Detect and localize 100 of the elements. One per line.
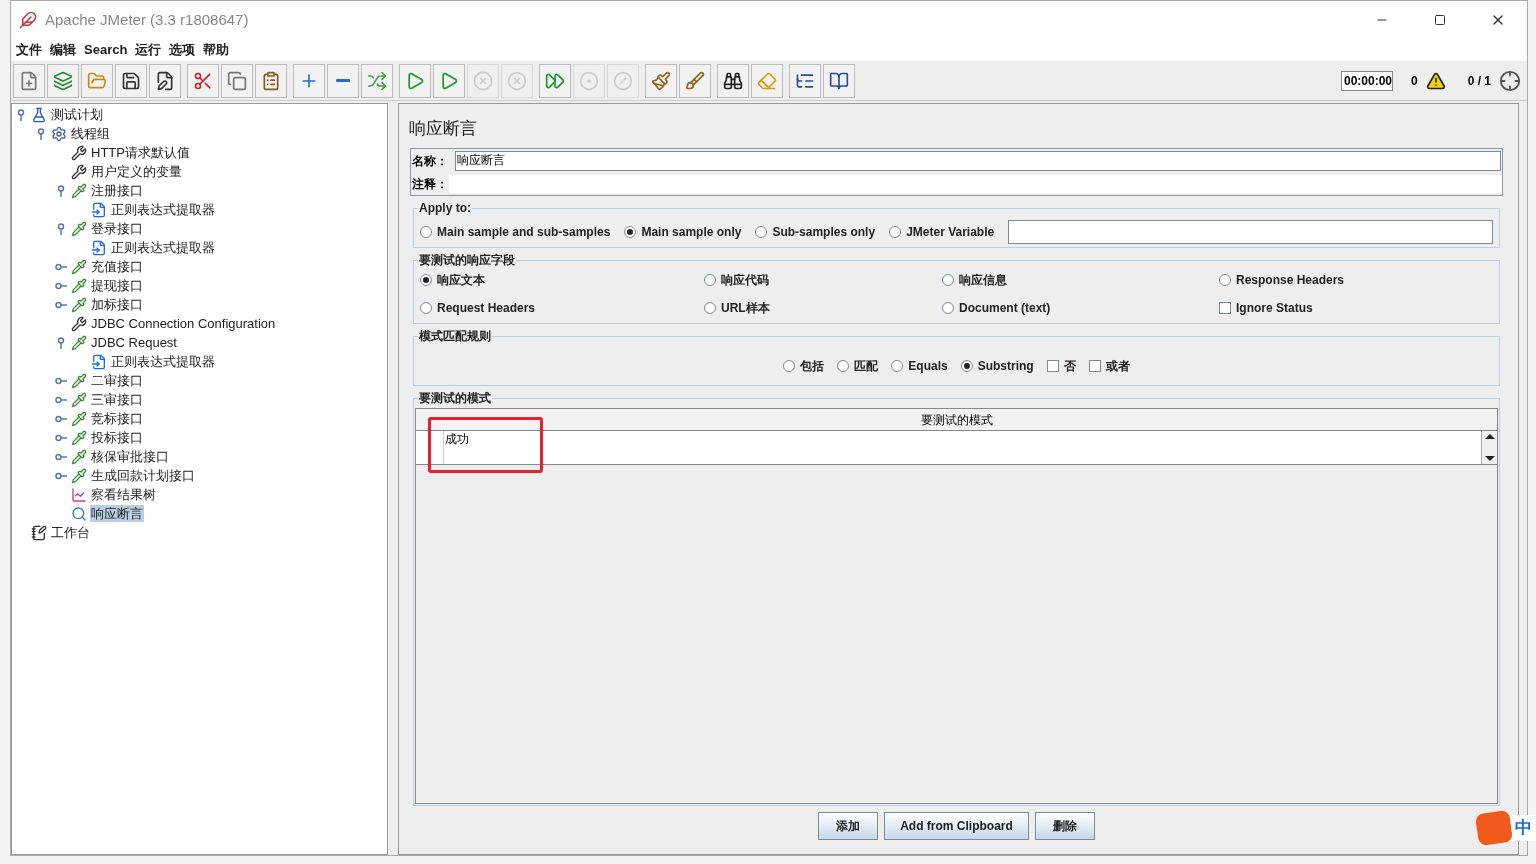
radio-button[interactable]: [1219, 273, 1231, 286]
tree-item[interactable]: 线程组: [70, 125, 111, 142]
action-button[interactable]: Add from Clipboard: [884, 812, 1029, 840]
tree-handle-icon[interactable]: [35, 127, 47, 140]
comment-field[interactable]: [449, 174, 1502, 193]
menu-item[interactable]: 文件: [14, 40, 44, 60]
radio-button[interactable]: [889, 225, 902, 238]
tree-item[interactable]: 正则表达式提取器: [110, 353, 216, 370]
radio-button[interactable]: [960, 359, 973, 372]
option-label: Main sample and sub-samples: [437, 223, 611, 241]
pipette-icon: [71, 258, 87, 275]
wrench-icon: [71, 163, 87, 180]
tree-item[interactable]: 竞标接口: [90, 410, 144, 427]
menu-item[interactable]: 编辑: [48, 40, 78, 60]
radio-button[interactable]: [420, 273, 432, 286]
name-field[interactable]: 响应断言: [455, 150, 1501, 171]
file-arrow-icon: [91, 201, 107, 218]
tree-item[interactable]: 登录接口: [90, 220, 144, 237]
comment-label: 注释：: [411, 175, 449, 193]
menu-item[interactable]: Search: [82, 40, 130, 60]
tree-item[interactable]: 响应断言: [90, 505, 144, 522]
option-label: 响应代码: [721, 271, 769, 289]
binoculars-icon: [723, 70, 743, 91]
option-label: Equals: [908, 357, 948, 375]
group-title: 要测试的响应字段: [418, 251, 516, 268]
tree-item[interactable]: 用户定义的变量: [90, 163, 183, 180]
tree-handle-icon[interactable]: [15, 108, 27, 121]
toolbar-button[interactable]: [149, 63, 181, 98]
option-label: Main sample only: [641, 223, 742, 241]
file-icon: [19, 70, 39, 91]
tree-item[interactable]: 二审接口: [90, 372, 144, 389]
minus-icon: [336, 79, 350, 82]
checkbox[interactable]: [1088, 359, 1101, 372]
toolbar-button[interactable]: [717, 63, 749, 98]
tree-item[interactable]: 提现接口: [90, 277, 144, 294]
tree-item[interactable]: JDBC Connection Configuration: [90, 315, 277, 332]
tree-item[interactable]: 核保审批接口: [90, 448, 170, 465]
pipette-icon: [71, 448, 87, 465]
menu-item[interactable]: 选项: [167, 40, 198, 60]
tree-item[interactable]: 加标接口: [90, 296, 144, 313]
checkbox[interactable]: [1219, 301, 1231, 314]
wrench-icon: [71, 144, 87, 161]
toggle-arrows-icon: [367, 70, 387, 91]
pipette-icon: [71, 467, 87, 484]
timer-field: 00:00:00: [1340, 70, 1393, 91]
group-title: 要测试的模式: [418, 389, 492, 406]
menu-item[interactable]: 运行: [133, 40, 164, 60]
tree-item[interactable]: 察看结果树: [90, 486, 157, 503]
scrollbar[interactable]: [1481, 430, 1497, 464]
action-button[interactable]: 添加: [818, 812, 879, 840]
warning-icon[interactable]: [1425, 70, 1446, 91]
toolbar-button[interactable]: [115, 63, 147, 98]
column-header: 要测试的模式: [416, 408, 1497, 431]
radio-button[interactable]: [420, 225, 432, 238]
wrench-icon: [71, 315, 87, 332]
tree-item[interactable]: 注册接口: [90, 182, 144, 199]
tree-handle-icon[interactable]: [55, 222, 67, 235]
toolbar-button[interactable]: [789, 63, 821, 98]
tree-item[interactable]: 充值接口: [90, 258, 144, 275]
magnifier-icon: [71, 505, 87, 522]
tree-item[interactable]: JDBC Request: [90, 334, 178, 351]
play-icon: [439, 70, 459, 91]
tree-handle-icon[interactable]: [55, 336, 67, 349]
option-label: Ignore Status: [1236, 299, 1313, 317]
tree-item[interactable]: 三审接口: [90, 391, 144, 408]
option-label: Response Headers: [1236, 271, 1345, 289]
radio-button[interactable]: [624, 225, 637, 238]
checkbox[interactable]: [1046, 359, 1059, 372]
radio-button[interactable]: [942, 301, 954, 314]
tree-item[interactable]: 正则表达式提取器: [110, 201, 216, 218]
pipette-icon: [71, 296, 87, 313]
layers-icon: [53, 70, 73, 91]
tree-item[interactable]: 测试计划: [50, 106, 104, 123]
maximize-icon: [1434, 14, 1446, 26]
file-pencil-icon: [155, 70, 175, 91]
play-icon: [405, 70, 425, 91]
group-title: 模式匹配规则: [418, 327, 492, 344]
toolbar-button[interactable]: [823, 63, 855, 98]
radio-button[interactable]: [783, 359, 796, 372]
clipboard-icon: [261, 70, 281, 91]
radio-button[interactable]: [420, 301, 432, 314]
radio-button[interactable]: [704, 273, 716, 286]
tree-item[interactable]: 正则表达式提取器: [110, 239, 216, 256]
tree-item[interactable]: 生成回款计划接口: [90, 467, 196, 484]
tree-item[interactable]: HTTP请求默认值: [90, 144, 191, 161]
variable-field[interactable]: [1008, 219, 1493, 244]
radio-button[interactable]: [837, 359, 850, 372]
radio-button[interactable]: [704, 301, 716, 314]
radio-button[interactable]: [755, 225, 768, 238]
ime-indicator[interactable]: 中: [1511, 815, 1536, 841]
option-label: Substring: [977, 357, 1034, 375]
tree-handle-icon[interactable]: [55, 184, 67, 197]
feather-icon: [19, 11, 37, 29]
radio-button[interactable]: [942, 273, 954, 286]
action-button[interactable]: 删除: [1034, 812, 1095, 840]
tree-item[interactable]: 工作台: [50, 524, 91, 541]
radio-button[interactable]: [891, 359, 904, 372]
menu-item[interactable]: 帮助: [201, 40, 232, 60]
warning-count: 0: [1410, 72, 1418, 90]
tree-item[interactable]: 投标接口: [90, 429, 144, 446]
